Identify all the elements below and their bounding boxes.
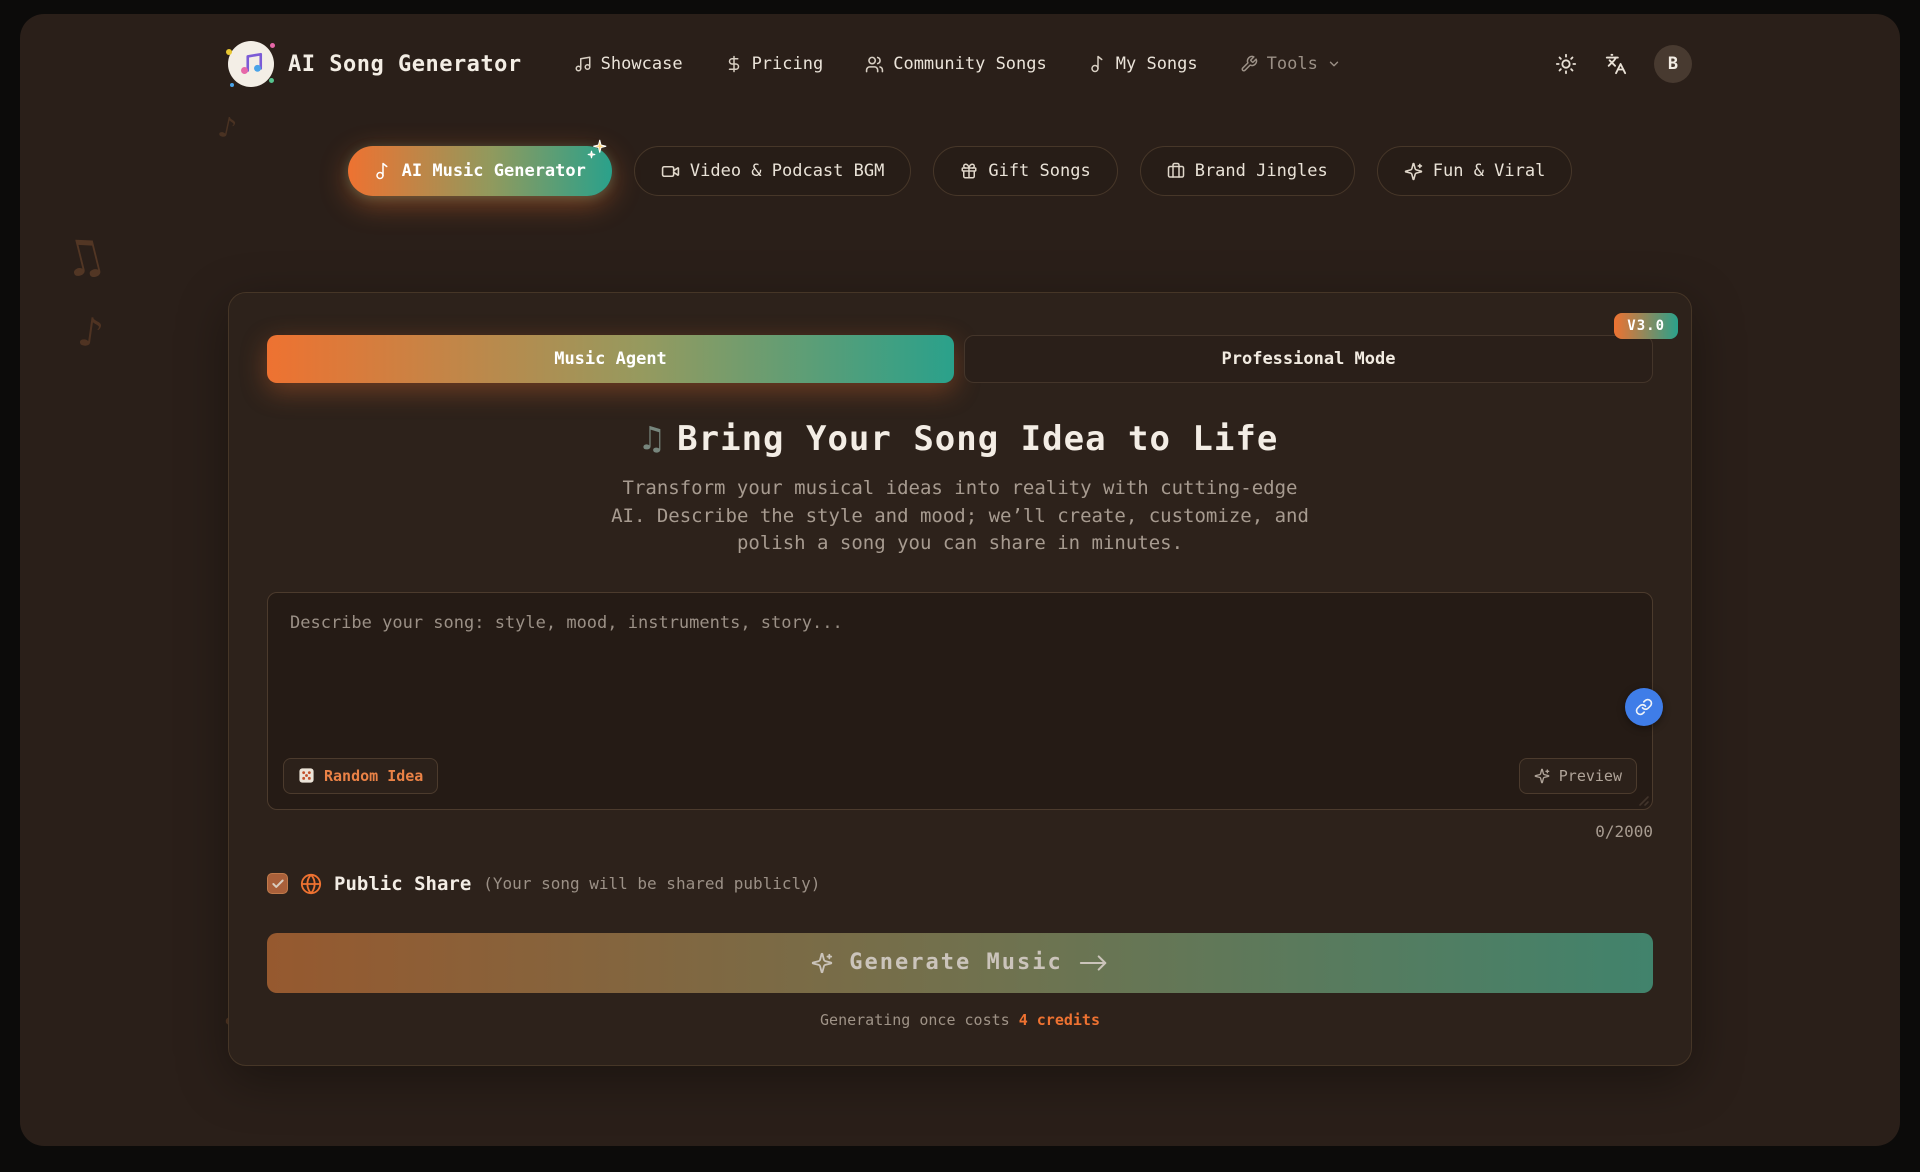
public-share-label: Public Share <box>334 872 472 895</box>
nav-item-label: Tools <box>1266 54 1318 74</box>
arrow-right-icon <box>1079 955 1106 971</box>
preview-button[interactable]: Preview <box>1518 757 1637 794</box>
share-link-bubble[interactable] <box>1625 687 1663 726</box>
gift-icon <box>961 163 977 179</box>
nav-item-label: My Songs <box>1115 54 1198 74</box>
subtitle-line: polish a song you can share in minutes. <box>736 532 1184 555</box>
public-share-checkbox[interactable] <box>267 873 288 895</box>
version-badge: V3.0 <box>1614 313 1678 339</box>
globe-icon <box>300 873 322 894</box>
translate-icon <box>1605 53 1627 75</box>
music-note-icon <box>375 162 388 180</box>
users-icon <box>866 56 884 72</box>
nav-links: Showcase Pricing Community Songs My Song… <box>574 54 1341 74</box>
app-title: AI Song Generator <box>288 51 522 77</box>
category-tabs: AI Music Generator Video & Podcast BGM G… <box>20 139 1900 196</box>
song-description-input[interactable] <box>267 591 1653 810</box>
bg-music-note: ♪ <box>74 306 107 359</box>
public-share-note: (Your song will be shared publicly) <box>483 874 821 894</box>
song-description-area: Random Idea Preview <box>267 591 1663 810</box>
generate-music-button[interactable]: Generate Music <box>267 932 1653 993</box>
app-window: ♪ ♫ ♪ ♫ ♫ AI Song Generator Showcase Pri… <box>20 14 1900 1146</box>
tab-label: AI Music Generator <box>401 161 586 181</box>
nav-item-label: Showcase <box>600 54 683 74</box>
tab-label: Video & Podcast BGM <box>689 161 885 181</box>
logo-confetti <box>269 78 274 83</box>
music-notes-icon <box>575 56 591 72</box>
logo-confetti <box>226 49 232 55</box>
nav-item-pricing[interactable]: Pricing <box>725 54 824 74</box>
user-avatar[interactable]: B <box>1654 45 1692 83</box>
video-camera-icon <box>661 165 680 177</box>
credits-prefix: Generating once costs <box>820 1010 1019 1029</box>
wrench-icon <box>1241 55 1257 72</box>
sparkle-decoration-icon <box>587 139 607 159</box>
public-share-row: Public Share (Your song will be shared p… <box>267 873 1653 895</box>
nav-item-community-songs[interactable]: Community Songs <box>865 54 1047 74</box>
page-title: ♫ Bring Your Song Idea to Life <box>267 419 1653 459</box>
generate-music-label: Generate Music <box>849 950 1063 976</box>
tab-ai-music-generator[interactable]: AI Music Generator <box>347 139 612 196</box>
subtitle-line: Transform your musical ideas into realit… <box>622 477 1298 499</box>
tab-gift-songs[interactable]: Gift Songs <box>933 146 1118 196</box>
sparkles-icon <box>1404 162 1423 180</box>
music-agent-mode-button[interactable]: Music Agent <box>267 335 954 383</box>
bg-music-note: ♪ <box>214 109 240 148</box>
nav-item-tools[interactable]: Tools <box>1240 54 1341 74</box>
sparkles-icon <box>1534 768 1550 784</box>
preview-label: Preview <box>1558 766 1622 785</box>
nav-item-label: Community Songs <box>893 54 1047 74</box>
dice-icon <box>299 768 314 783</box>
navbar-right: B <box>1554 45 1692 83</box>
nav-item-label: Pricing <box>751 54 824 74</box>
check-icon <box>271 879 284 888</box>
resize-handle[interactable] <box>1636 793 1650 807</box>
dollar-icon <box>728 55 739 73</box>
logo-confetti <box>270 43 275 48</box>
character-counter: 0/2000 <box>1595 821 1653 841</box>
chevron-down-icon <box>1329 61 1339 67</box>
random-idea-button[interactable]: Random Idea <box>283 757 439 794</box>
tab-brand-jingles[interactable]: Brand Jingles <box>1139 146 1355 196</box>
generator-card: V3.0 Music Agent Professional Mode ♫ Brin… <box>228 292 1692 1066</box>
page-subtitle: Transform your musical ideas into realit… <box>267 475 1653 558</box>
mode-switch: Music Agent Professional Mode <box>267 335 1653 383</box>
credits-highlight: 4 credits <box>1018 1010 1100 1029</box>
logo-music-notes-icon <box>241 52 263 74</box>
nav-item-showcase[interactable]: Showcase <box>574 54 683 74</box>
credits-cost-note: Generating once costs 4 credits <box>267 1011 1653 1029</box>
tab-label: Gift Songs <box>988 161 1091 181</box>
page-title-text: Bring Your Song Idea to Life <box>677 419 1279 459</box>
sparkles-icon <box>812 952 833 973</box>
tab-video-podcast-bgm[interactable]: Video & Podcast BGM <box>633 146 912 196</box>
tab-label: Brand Jingles <box>1194 161 1328 181</box>
sun-icon <box>1555 53 1577 75</box>
music-note-emoji-icon: ♫ <box>641 419 664 459</box>
tab-label: Fun & Viral <box>1432 161 1546 181</box>
tab-fun-viral[interactable]: Fun & Viral <box>1376 146 1573 196</box>
briefcase-icon <box>1167 162 1184 178</box>
navbar: AI Song Generator Showcase Pricing Commu… <box>226 40 1692 88</box>
app-logo[interactable] <box>226 41 275 87</box>
theme-toggle-button[interactable] <box>1554 52 1578 76</box>
nav-item-my-songs[interactable]: My Songs <box>1089 54 1198 74</box>
language-button[interactable] <box>1604 52 1628 76</box>
bg-music-note: ♫ <box>61 225 107 291</box>
professional-mode-button[interactable]: Professional Mode <box>964 335 1653 383</box>
subtitle-line: AI. Describe the style and mood; we’ll c… <box>611 504 1309 527</box>
logo-confetti <box>230 83 234 87</box>
music-note-icon <box>1091 55 1103 73</box>
link-icon <box>1635 698 1653 715</box>
random-idea-label: Random Idea <box>324 766 424 785</box>
